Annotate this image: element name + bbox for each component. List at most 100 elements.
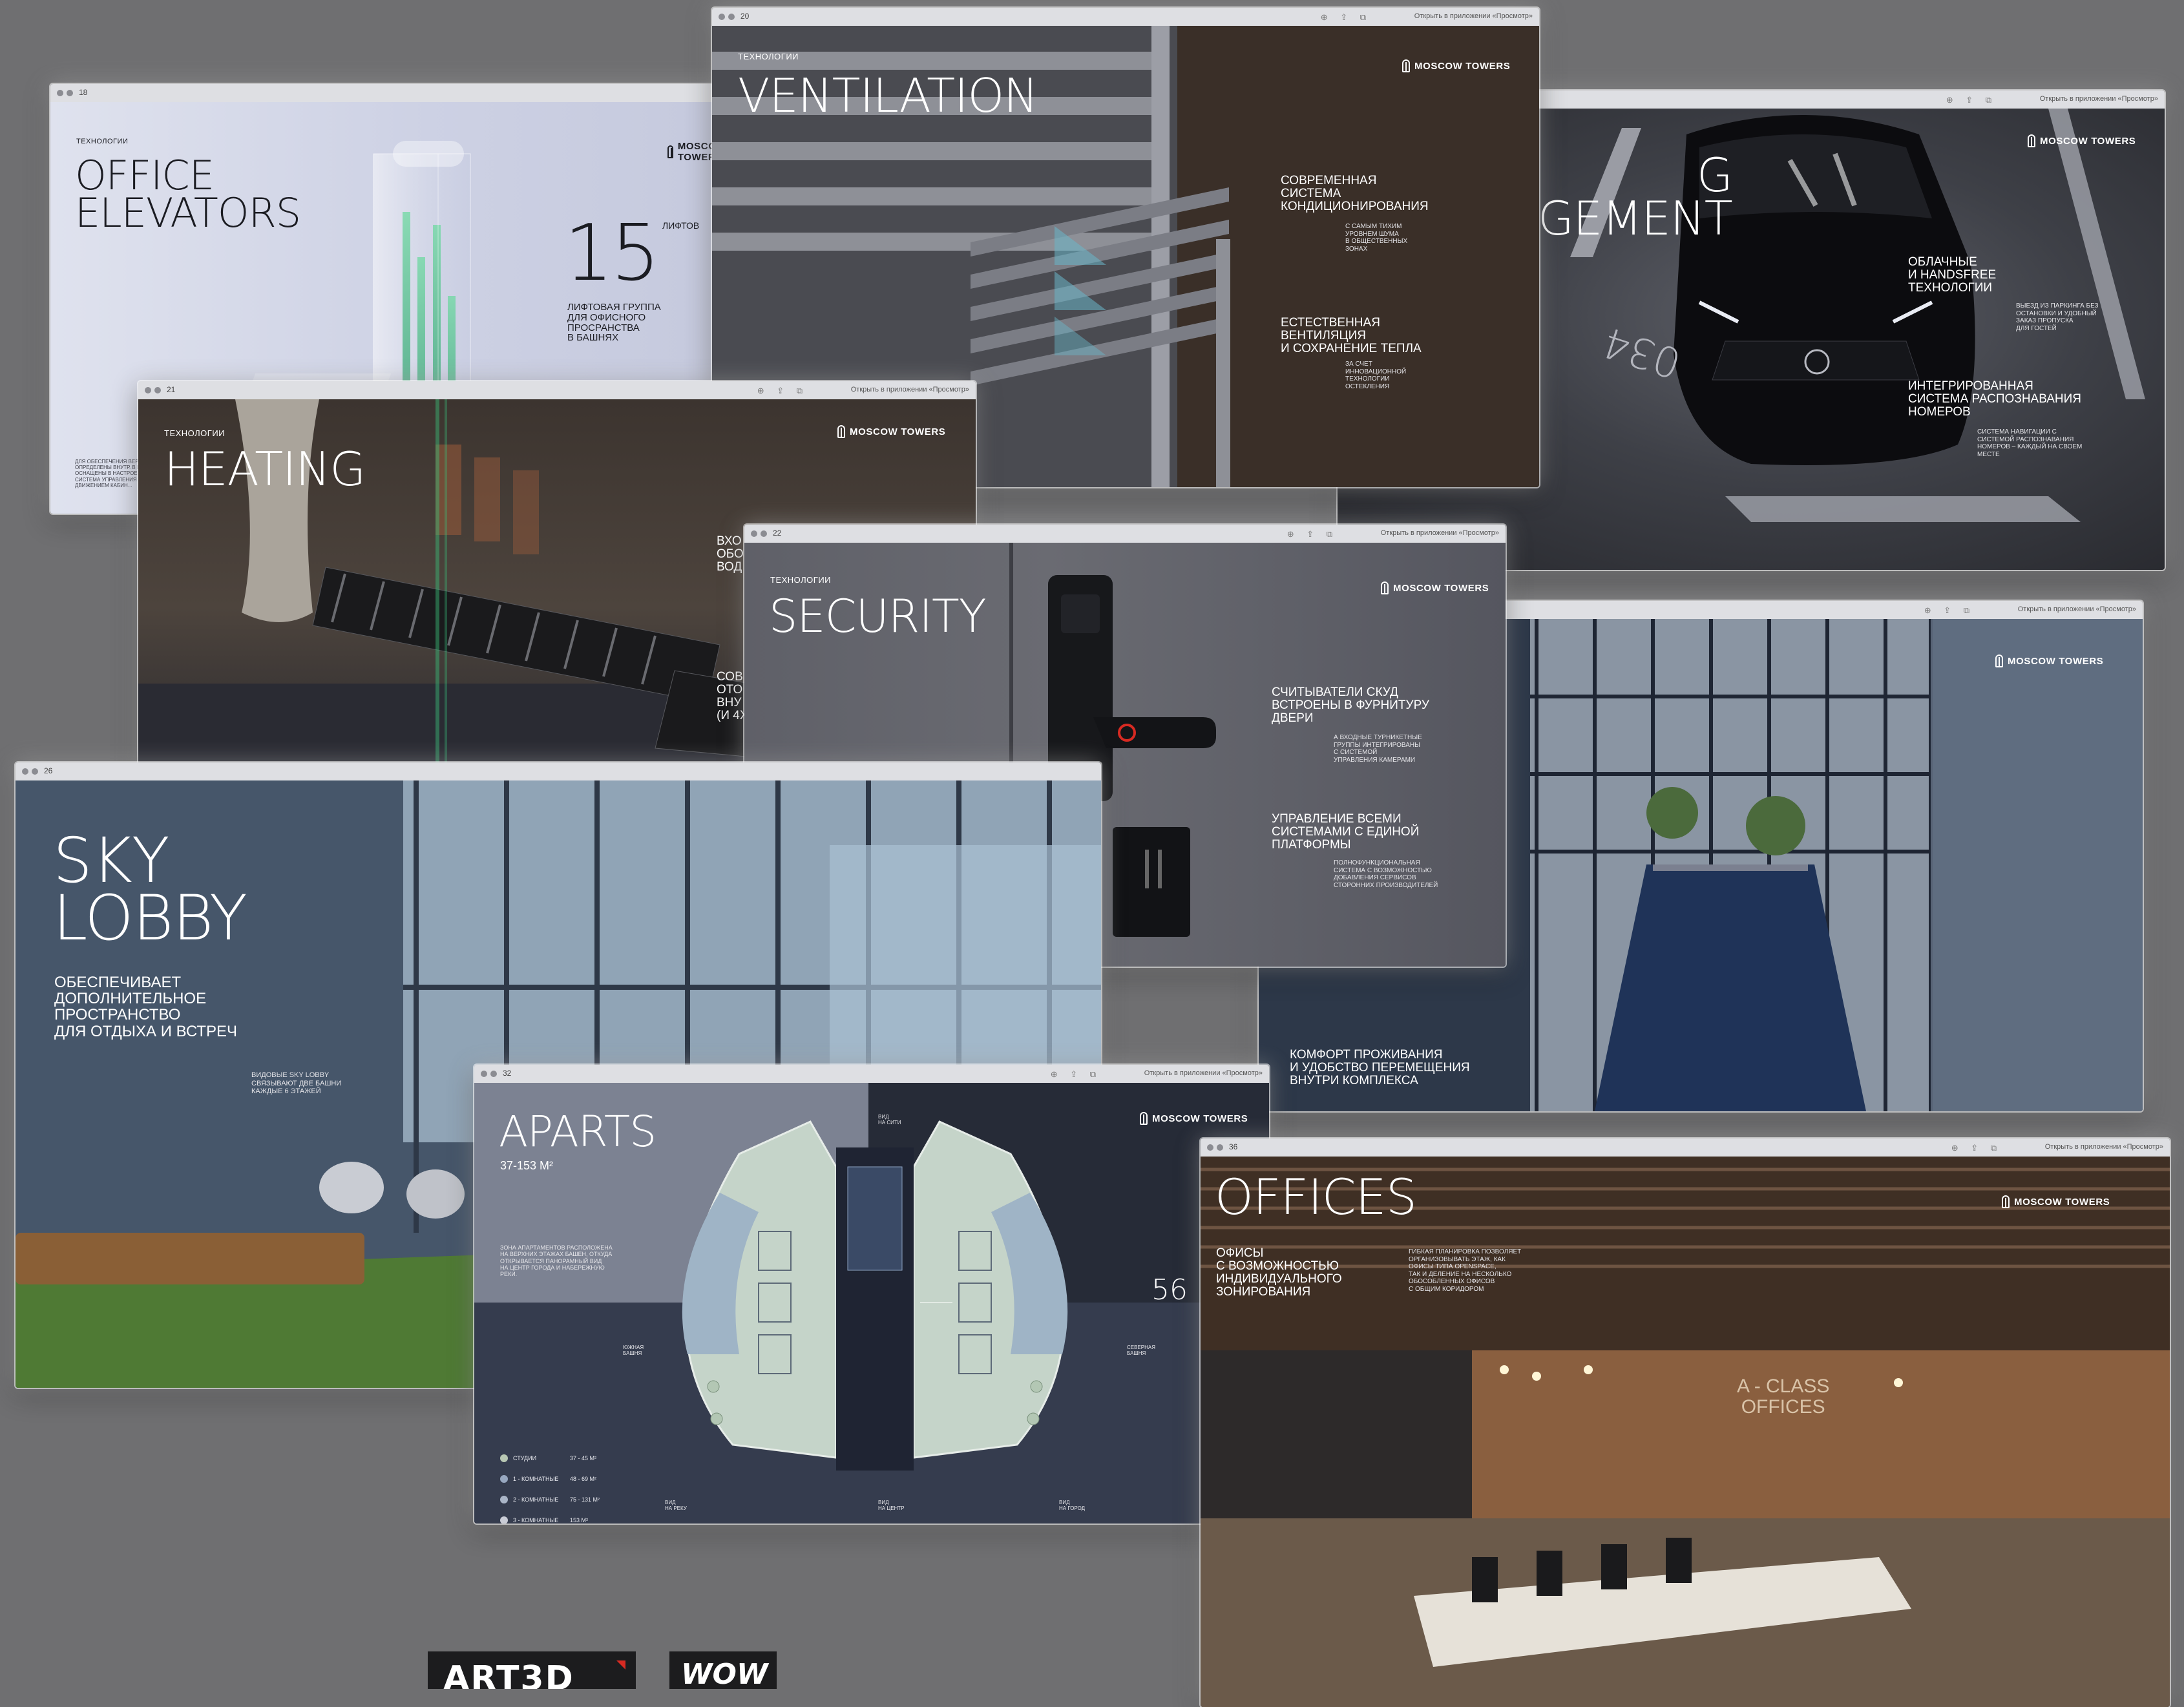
brand-logo: MOSCOW TOWERS bbox=[837, 425, 945, 438]
aparts-tower-south: ЮЖНАЯ БАШНЯ bbox=[623, 1345, 644, 1357]
slide-content: OFFICES ОФИСЫ С ВОЗМОЖНОСТЬЮ ИНДИВИДУАЛЬ… bbox=[1201, 1157, 2170, 1707]
slide-title: OFFICE ELEVATORS bbox=[75, 152, 301, 236]
minimize-dot-icon[interactable] bbox=[154, 387, 161, 393]
art3d-accent-icon bbox=[616, 1660, 625, 1670]
ventilation-feature-natural: ЕСТЕСТВЕННАЯ ВЕНТИЛЯЦИЯ И СОХРАНЕНИЕ ТЕП… bbox=[1281, 316, 1422, 355]
slide-title: SKY LOBBY bbox=[53, 824, 247, 955]
close-dot-icon[interactable] bbox=[751, 530, 757, 537]
page-number: 32 bbox=[503, 1069, 512, 1078]
browser-bar: 18 bbox=[50, 84, 735, 103]
heating-side-text-1: ВХО ОБО ВОД bbox=[717, 534, 744, 574]
brand-tower-icon bbox=[1381, 581, 1389, 594]
open-in-app-link[interactable]: Открыть в приложении «Просмотр» bbox=[851, 386, 969, 393]
security-feature-readers: СЧИТЫВАТЕЛИ СКУД ВСТРОЕНЫ В ФУРНИТУРУ ДВ… bbox=[1272, 686, 1429, 725]
slide-title: SECURITY bbox=[769, 590, 987, 643]
atrium-caption: КОМФОРТ ПРОЖИВАНИЯ И УДОБСТВО ПЕРЕМЕЩЕНИ… bbox=[1290, 1048, 1470, 1087]
close-dot-icon[interactable] bbox=[481, 1071, 487, 1077]
heating-side-text-2: СОВ ОТО ВНУ (И 4Х bbox=[717, 670, 748, 722]
ventilation-feature-conditioning: СОВРЕМЕННАЯ СИСТЕМА КОНДИЦИОНИРОВАНИЯ bbox=[1281, 174, 1429, 213]
close-dot-icon[interactable] bbox=[22, 768, 28, 775]
browser-controls[interactable]: ⊕ ⇪ ⧉ bbox=[1924, 605, 1975, 616]
brand-logo: MOSCOW TOWERS bbox=[2002, 1195, 2110, 1208]
slide-window-aparts[interactable]: 32 ⊕ ⇪ ⧉ Открыть в приложении «Просмотр» bbox=[474, 1065, 1269, 1524]
brand-tower-icon bbox=[2028, 134, 2035, 147]
open-in-app-link[interactable]: Открыть в приложении «Просмотр» bbox=[2018, 605, 2136, 613]
page-number: 36 bbox=[1229, 1142, 1238, 1151]
minimize-dot-icon[interactable] bbox=[32, 768, 38, 775]
browser-controls[interactable]: ⊕ ⇪ ⧉ bbox=[1946, 95, 1997, 105]
slide-title: G GEMENT bbox=[1538, 148, 1733, 246]
legend-item: 3 - КОМНАТНЫЕ 153 м² bbox=[500, 1516, 600, 1524]
parking-feature-cloud: ОБЛАЧНЫЕ И HANDSFREE ТЕХНОЛОГИИ bbox=[1908, 255, 1997, 295]
wow-logo: WOW bbox=[669, 1651, 777, 1689]
page-number: 21 bbox=[167, 385, 176, 394]
slide-kicker: ТЕХНОЛОГИИ bbox=[164, 428, 226, 438]
security-feature-readers-note: А ВХОДНЫЕ ТУРНИКЕТНЫЕ ГРУППЫ ИНТЕГРИРОВА… bbox=[1334, 734, 1422, 764]
offices-note: ГИБКАЯ ПЛАНИРОВКА ПОЗВОЛЯЕТ ОРГАНИЗОВЫВА… bbox=[1409, 1248, 1522, 1293]
brand-tower-icon bbox=[1995, 655, 2003, 667]
legend-item: 2 - КОМНАТНЫЕ 75 - 131 м² bbox=[500, 1496, 600, 1503]
aparts-tower-north: СЕВЕРНАЯ БАШНЯ bbox=[1127, 1345, 1156, 1357]
minimize-dot-icon[interactable] bbox=[1217, 1144, 1223, 1151]
minimize-dot-icon[interactable] bbox=[728, 14, 735, 20]
open-in-app-link[interactable]: Открыть в приложении «Просмотр» bbox=[1414, 12, 1533, 20]
legend-item: 1 - КОМНАТНЫЕ 48 - 69 м² bbox=[500, 1475, 600, 1483]
slide-window-offices[interactable]: 36 ⊕ ⇪ ⧉ Открыть в приложении «Просмотр» bbox=[1201, 1138, 2170, 1707]
slide-content: APARTS 37-153 М² ЗОНА АПАРТАМЕНТОВ РАСПО… bbox=[474, 1083, 1269, 1524]
browser-controls[interactable]: ⊕ ⇪ ⧉ bbox=[1951, 1143, 2002, 1153]
elevators-caption: ЛИФТОВАЯ ГРУППА ДЛЯ ОФИСНОГО ПРОСРАНСТВА… bbox=[567, 302, 661, 344]
big-number-unit: ЛИФТОВ bbox=[662, 220, 700, 231]
browser-bar: 22 ⊕ ⇪ ⧉ Открыть в приложении «Просмотр» bbox=[744, 525, 1506, 543]
close-dot-icon[interactable] bbox=[719, 14, 725, 20]
security-feature-platform: УПРАВЛЕНИЕ ВСЕМИ СИСТЕМАМИ С ЕДИНОЙ ПЛАТ… bbox=[1272, 812, 1420, 852]
slide-title: HEATING bbox=[164, 442, 366, 496]
sky-lobby-note: ВИДОВЫЕ SKY LOBBY СВЯЗЫВАЮТ ДВЕ БАШНИ КА… bbox=[251, 1071, 342, 1096]
parking-feature-cloud-note: ВЫЕЗД ИЗ ПАРКИНГА БЕЗ ОСТАНОВКИ И УДОБНЫ… bbox=[2016, 302, 2099, 332]
brand-tower-icon bbox=[1140, 1112, 1148, 1125]
minimize-dot-icon[interactable] bbox=[67, 90, 73, 96]
parking-feature-recognition: ИНТЕГРИРОВАННАЯ СИСТЕМА РАСПОЗНАВАНИЯ НО… bbox=[1908, 379, 2082, 419]
security-feature-platform-note: ПОЛНОФУНКЦИОНАЛЬНАЯ СИСТЕМА С ВОЗМОЖНОСТ… bbox=[1334, 859, 1438, 889]
slide-title: VENTILATION bbox=[738, 68, 1038, 123]
page-number: 20 bbox=[740, 12, 750, 21]
slide-kicker: ТЕХНОЛОГИИ bbox=[76, 138, 129, 145]
brand-tower-icon bbox=[837, 425, 845, 438]
browser-controls[interactable]: ⊕ ⇪ ⧉ bbox=[757, 386, 808, 396]
brand-tower-icon bbox=[2002, 1195, 2010, 1208]
minimize-dot-icon[interactable] bbox=[490, 1071, 497, 1077]
aparts-legend: СТУДИИ 37 - 45 м² 1 - КОМНАТНЫЕ 48 - 69 … bbox=[500, 1454, 600, 1524]
browser-controls[interactable]: ⊕ ⇪ ⧉ bbox=[1287, 529, 1338, 539]
brand-logo: MOSCOW TOWERS bbox=[1381, 581, 1489, 594]
open-in-app-link[interactable]: Открыть в приложении «Просмотр» bbox=[2045, 1143, 2163, 1151]
art3d-logo: ART3D bbox=[428, 1651, 636, 1689]
aparts-view-top: ВИД НА СИТИ bbox=[878, 1114, 901, 1126]
ventilation-feature-conditioning-note: С САМЫМ ТИХИМ УРОВНЕМ ШУМА В ОБЩЕСТВЕННЫ… bbox=[1345, 223, 1408, 253]
aparts-floor: 56 bbox=[1151, 1273, 1188, 1306]
slide-kicker: ТЕХНОЛОГИИ bbox=[738, 52, 799, 61]
close-dot-icon[interactable] bbox=[57, 90, 63, 96]
browser-controls[interactable]: ⊕ ⇪ ⧉ bbox=[1321, 12, 1371, 23]
close-dot-icon[interactable] bbox=[1207, 1144, 1213, 1151]
brand-tower-icon bbox=[1402, 59, 1410, 72]
browser-bar: 21 ⊕ ⇪ ⧉ Открыть в приложении «Просмотр» bbox=[138, 381, 976, 400]
browser-bar: 36 ⊕ ⇪ ⧉ Открыть в приложении «Просмотр» bbox=[1201, 1138, 2170, 1157]
legend-item: СТУДИИ 37 - 45 м² bbox=[500, 1454, 600, 1462]
close-dot-icon[interactable] bbox=[145, 387, 151, 393]
open-in-app-link[interactable]: Открыть в приложении «Просмотр» bbox=[1381, 529, 1499, 537]
legend-swatch bbox=[500, 1475, 508, 1483]
aparts-area: 37-153 М² bbox=[500, 1159, 554, 1172]
browser-controls[interactable]: ⊕ ⇪ ⧉ bbox=[1051, 1069, 1101, 1080]
parking-feature-recognition-note: СИСТЕМА НАВИГАЦИИ С СИСТЕМОЙ РАСПОЗНАВАН… bbox=[1977, 428, 2083, 458]
minimize-dot-icon[interactable] bbox=[761, 530, 767, 537]
legend-swatch bbox=[500, 1454, 508, 1462]
brand-logo: MOSCOW TOWERS bbox=[2028, 134, 2136, 147]
aparts-view-center: ВИД НА ЦЕНТР bbox=[878, 1500, 905, 1512]
legend-swatch bbox=[500, 1496, 508, 1503]
browser-bar: 20 ⊕ ⇪ ⧉ Открыть в приложении «Просмотр» bbox=[712, 8, 1539, 26]
open-in-app-link[interactable]: Открыть в приложении «Просмотр» bbox=[1144, 1069, 1263, 1077]
open-in-app-link[interactable]: Открыть в приложении «Просмотр» bbox=[2040, 95, 2158, 103]
browser-bar: 32 ⊕ ⇪ ⧉ Открыть в приложении «Просмотр» bbox=[474, 1065, 1269, 1084]
slide-kicker: ТЕХНОЛОГИИ bbox=[770, 575, 832, 585]
slide-title: OFFICES bbox=[1215, 1168, 1417, 1226]
office-interior-illustration bbox=[1201, 1157, 2170, 1707]
